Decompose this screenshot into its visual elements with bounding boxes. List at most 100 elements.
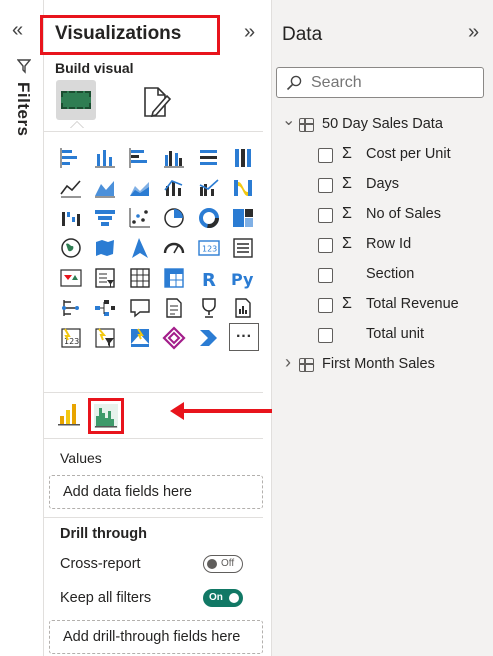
clustered-bar-chart-icon[interactable]: [125, 143, 154, 173]
build-visual-button[interactable]: [56, 80, 96, 120]
table-name: First Month Sales: [322, 356, 435, 372]
search-box[interactable]: [276, 67, 484, 98]
field-checkbox[interactable]: [318, 268, 333, 283]
divider: [44, 392, 263, 393]
sigma-icon: Σ: [342, 205, 352, 222]
waterfall-chart-icon[interactable]: [56, 203, 85, 233]
table-row[interactable]: ⌄ 50 Day Sales Data: [282, 112, 487, 138]
power-automate-arrow-icon[interactable]: [194, 323, 223, 353]
field-name: Days: [366, 176, 400, 192]
more-visuals-icon[interactable]: ···: [228, 323, 259, 351]
cross-report-toggle[interactable]: Off: [203, 555, 243, 573]
field-row[interactable]: Σ Days: [318, 174, 488, 198]
treemap-icon[interactable]: [229, 203, 258, 233]
double-chevron-left-icon[interactable]: «: [12, 20, 23, 40]
filled-map-icon[interactable]: [91, 233, 120, 263]
azure-map-icon[interactable]: [125, 233, 154, 263]
filters-label[interactable]: Filters: [13, 82, 33, 137]
field-row[interactable]: Σ Cost per Unit: [318, 144, 488, 168]
kpi-icon[interactable]: [56, 263, 85, 293]
multi-row-card-icon[interactable]: [229, 233, 258, 263]
100-stacked-column-chart-icon[interactable]: [229, 143, 258, 173]
field-checkbox[interactable]: [318, 148, 333, 163]
scatter-chart-icon[interactable]: [125, 203, 154, 233]
toggle-knob: [207, 559, 217, 569]
svg-text:R: R: [202, 270, 216, 290]
grid-icon: [61, 91, 91, 109]
field-row[interactable]: Section: [318, 264, 488, 288]
data-title: Data: [282, 24, 323, 45]
chevron-right-icon[interactable]: ›: [285, 352, 291, 373]
table-icon[interactable]: [125, 263, 154, 293]
keep-filters-toggle[interactable]: On: [203, 589, 243, 607]
ribbon-chart-icon[interactable]: [229, 173, 258, 203]
power-apps-icon[interactable]: [125, 323, 154, 353]
field-checkbox[interactable]: [318, 328, 333, 343]
field-checkbox[interactable]: [318, 208, 333, 223]
toggle-state: Off: [221, 558, 235, 569]
double-chevron-right-icon[interactable]: »: [244, 21, 255, 43]
divider: [44, 438, 263, 439]
sigma-icon: Σ: [342, 295, 352, 312]
values-well[interactable]: Add data fields here: [49, 475, 263, 509]
keep-filters-label: Keep all filters: [60, 590, 152, 606]
gauge-icon[interactable]: [160, 233, 189, 263]
field-checkbox[interactable]: [318, 298, 333, 313]
chevron-down-icon[interactable]: ⌄: [282, 110, 295, 130]
power-automate-icon[interactable]: [91, 323, 120, 353]
filters-rail: « Filters: [0, 0, 44, 656]
toggle-state: On: [209, 592, 223, 603]
slicer-icon[interactable]: [91, 263, 120, 293]
line-and-stacked-column-chart-icon[interactable]: [160, 173, 189, 203]
line-chart-icon[interactable]: [56, 173, 85, 203]
double-chevron-right-icon[interactable]: »: [468, 21, 479, 43]
card-icon[interactable]: 123: [194, 233, 223, 263]
field-row[interactable]: Total unit: [318, 324, 488, 348]
qa-icon[interactable]: [125, 293, 154, 323]
filter-icon[interactable]: [17, 58, 31, 74]
table-row[interactable]: › First Month Sales: [282, 352, 487, 378]
100-stacked-bar-chart-icon[interactable]: [194, 143, 223, 173]
r-script-visual-icon[interactable]: R: [194, 263, 223, 293]
power-apps-diamond-icon[interactable]: [160, 323, 189, 353]
stacked-column-chart-icon[interactable]: [91, 143, 120, 173]
azure-kpi-icon[interactable]: 123: [56, 323, 85, 353]
field-name: No of Sales: [366, 206, 441, 222]
line-and-clustered-column-chart-icon[interactable]: [194, 173, 223, 203]
area-chart-icon[interactable]: [91, 173, 120, 203]
field-row[interactable]: Σ Total Revenue: [318, 294, 488, 318]
field-row[interactable]: Σ Row Id: [318, 234, 488, 258]
drill-through-well[interactable]: Add drill-through fields here: [49, 620, 263, 654]
pie-chart-icon[interactable]: [160, 203, 189, 233]
custom-histogram-icon[interactable]: [94, 404, 118, 428]
funnel-chart-icon[interactable]: [91, 203, 120, 233]
custom-bar-chart-icon[interactable]: [58, 400, 82, 426]
field-checkbox[interactable]: [318, 238, 333, 253]
divider: [44, 517, 263, 518]
search-icon: [286, 75, 302, 91]
field-row[interactable]: Σ No of Sales: [318, 204, 488, 228]
table-icon: [299, 358, 314, 372]
selected-caret: [70, 121, 84, 128]
matrix-icon[interactable]: [160, 263, 189, 293]
metrics-icon[interactable]: [194, 293, 223, 323]
decomposition-tree-icon[interactable]: [91, 293, 120, 323]
visualizations-pane: Visualizations » Build visual 123 R Py 123 ·…: [40, 0, 292, 656]
search-input[interactable]: [311, 72, 476, 94]
visual-type-grid: 123 R Py 123 ···: [56, 143, 264, 353]
python-visual-icon[interactable]: Py: [229, 263, 258, 293]
paginated-report-icon[interactable]: [229, 293, 258, 323]
build-visual-label: Build visual: [55, 60, 134, 76]
field-checkbox[interactable]: [318, 178, 333, 193]
donut-chart-icon[interactable]: [194, 203, 223, 233]
smart-narrative-icon[interactable]: [160, 293, 189, 323]
key-influencers-icon[interactable]: [56, 293, 85, 323]
stacked-area-chart-icon[interactable]: [125, 173, 154, 203]
cross-report-label: Cross-report: [60, 556, 141, 572]
map-icon[interactable]: [56, 233, 85, 263]
sigma-icon: Σ: [342, 175, 352, 192]
stacked-bar-chart-icon[interactable]: [56, 143, 85, 173]
format-visual-icon[interactable]: [136, 82, 176, 122]
values-label: Values: [60, 450, 102, 466]
clustered-column-chart-icon[interactable]: [160, 143, 189, 173]
